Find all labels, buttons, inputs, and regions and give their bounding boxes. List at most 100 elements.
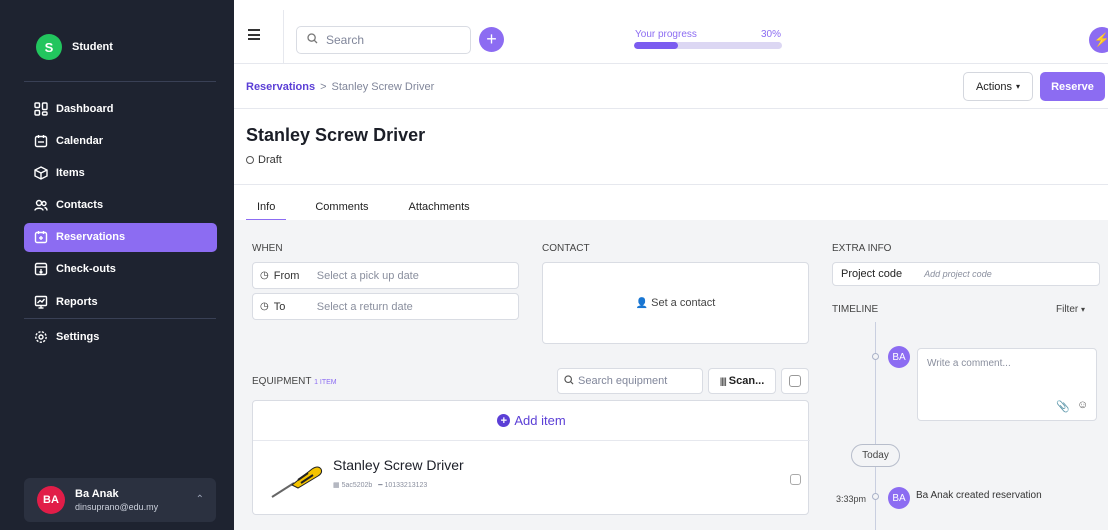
scan-button[interactable]: |||| Scan...	[708, 368, 776, 394]
project-code-field[interactable]: Project code Add project code	[832, 262, 1100, 286]
clock-icon: ◷	[260, 270, 269, 281]
sidebar-item-reservations[interactable]: Reservations	[24, 222, 217, 252]
tab-info[interactable]: Info	[246, 195, 287, 221]
screwdriver-image	[271, 466, 323, 498]
item-code: 5ac5202b	[341, 482, 373, 489]
actions-label: Actions	[975, 80, 1013, 93]
project-code-label: Project code	[841, 268, 903, 280]
calendar-icon	[34, 134, 48, 148]
checkout-icon	[34, 262, 48, 276]
pickup-date-field[interactable]: ◷ From Select a pick up date	[252, 262, 519, 289]
status-badge: Draft	[246, 154, 282, 166]
sidebar-item-label: Items	[56, 166, 85, 179]
barcode-icon: ||||	[719, 376, 727, 386]
chevron-right-icon: >	[320, 81, 327, 93]
reserve-button[interactable]: Reserve	[1040, 72, 1105, 101]
sidebar-item-dashboard[interactable]: Dashboard	[24, 94, 217, 123]
tab-comments[interactable]: Comments	[304, 195, 379, 221]
scan-label: Scan...	[728, 375, 765, 387]
workspace-name: Student	[72, 41, 113, 53]
sidebar-item-settings[interactable]: Settings	[24, 322, 217, 351]
tab-bar: Info Comments Attachments	[246, 195, 481, 221]
sidebar-item-label: Contacts	[56, 199, 104, 212]
sidebar-item-reports[interactable]: Reports	[24, 287, 217, 316]
avatar: BA	[37, 486, 65, 514]
plus-circle-icon: +	[497, 414, 511, 427]
header-divider	[234, 184, 1108, 185]
add-item-button[interactable]: + Add item	[253, 401, 810, 441]
quick-actions-button[interactable]: ⚡	[1089, 27, 1108, 53]
plus-icon: +	[486, 29, 497, 49]
user-email: dinsuprano@edu.my	[75, 502, 159, 512]
when-label: WHEN	[252, 243, 283, 254]
event-text: Ba Anak created reservation	[916, 490, 1042, 501]
comment-avatar: BA	[888, 346, 910, 368]
timeline-filter-dropdown[interactable]: Filter ▾	[1056, 304, 1085, 315]
menu-icon[interactable]	[248, 29, 260, 40]
sidebar-item-label: Reports	[56, 295, 98, 308]
draft-status-icon	[246, 156, 254, 164]
topbar-divider	[283, 10, 284, 64]
item-checkbox[interactable]	[790, 474, 801, 485]
sidebar-item-label: Calendar	[56, 134, 104, 147]
to-label: To	[273, 300, 286, 313]
status-label: Draft	[258, 154, 282, 166]
search-input[interactable]	[326, 33, 456, 47]
breadcrumb-current: Stanley Screw Driver	[331, 81, 435, 93]
search-icon	[564, 374, 574, 388]
workspace-switcher[interactable]: S Student	[36, 34, 113, 60]
sidebar-item-items[interactable]: Items	[24, 158, 217, 187]
caret-down-icon: ▾	[1016, 82, 1021, 91]
sidebar-nav: Dashboard Calendar Items Contacts Reserv…	[24, 94, 217, 319]
return-date-placeholder: Select a return date	[316, 300, 413, 313]
extra-info-label: EXTRA INFO	[832, 243, 892, 254]
equipment-search-placeholder: Search equipment	[578, 375, 668, 387]
filter-label: Filter	[1056, 304, 1079, 315]
progress-fill	[634, 42, 679, 49]
actions-dropdown-button[interactable]: Actions ▾	[963, 72, 1033, 101]
equipment-search-field[interactable]: Search equipment	[557, 368, 703, 394]
tag-icon: ▦	[333, 482, 340, 489]
item-name[interactable]: Stanley Screw Driver	[333, 457, 464, 473]
sidebar-item-contacts[interactable]: Contacts	[24, 191, 217, 220]
comment-input[interactable]: Write a comment... 📎 ☺	[917, 348, 1097, 421]
user-menu[interactable]: BA Ba Anak dinsuprano@edu.my ⌃	[24, 478, 216, 522]
breadcrumb-link-reservations[interactable]: Reservations	[246, 81, 315, 93]
pickup-date-placeholder: Select a pick up date	[316, 269, 419, 282]
clock-icon: ◷	[260, 301, 269, 312]
timeline-label: TIMELINE	[832, 304, 879, 315]
today-marker: Today	[851, 444, 900, 467]
contacts-icon	[34, 198, 48, 212]
sidebar-item-check-outs[interactable]: Check-outs	[24, 255, 217, 284]
event-time: 3:33pm	[836, 494, 867, 504]
return-date-field[interactable]: ◷ To Select a return date	[252, 293, 519, 320]
reports-icon	[34, 295, 48, 309]
item-codes: ▦ 5ac5202b ━ 10133213123	[333, 481, 427, 489]
progress-bar[interactable]	[634, 42, 782, 49]
chevron-up-icon: ⌃	[195, 494, 204, 505]
reservation-icon	[34, 230, 48, 244]
tab-attachments[interactable]: Attachments	[398, 195, 481, 221]
set-contact-button[interactable]: 👤 Set a contact	[542, 262, 809, 344]
set-contact-label: Set a contact	[651, 297, 716, 309]
comment-placeholder: Write a comment...	[927, 358, 1011, 369]
select-all-checkbox[interactable]	[781, 368, 809, 394]
equipment-title: EQUIPMENT	[252, 376, 312, 387]
emoji-icon[interactable]: ☺	[1077, 399, 1088, 411]
sidebar-divider	[24, 318, 216, 319]
search-box[interactable]	[296, 26, 471, 54]
bolt-icon: ⚡	[1093, 32, 1108, 47]
sidebar-item-calendar[interactable]: Calendar	[24, 126, 217, 155]
create-button[interactable]: +	[479, 27, 504, 52]
paperclip-icon[interactable]: 📎	[1056, 400, 1070, 413]
sidebar-divider	[24, 81, 216, 82]
sidebar-settings-section: Settings	[24, 322, 217, 354]
dashboard-icon	[34, 101, 48, 116]
sidebar-item-label: Reservations	[56, 231, 126, 244]
equipment-label: EQUIPMENT 1 ITEM	[252, 376, 337, 387]
workspace-avatar: S	[36, 34, 62, 60]
sidebar-item-label: Check-outs	[56, 263, 116, 276]
checkbox-box	[789, 375, 801, 387]
equipment-count: 1 ITEM	[314, 379, 337, 386]
gear-icon	[34, 330, 48, 344]
